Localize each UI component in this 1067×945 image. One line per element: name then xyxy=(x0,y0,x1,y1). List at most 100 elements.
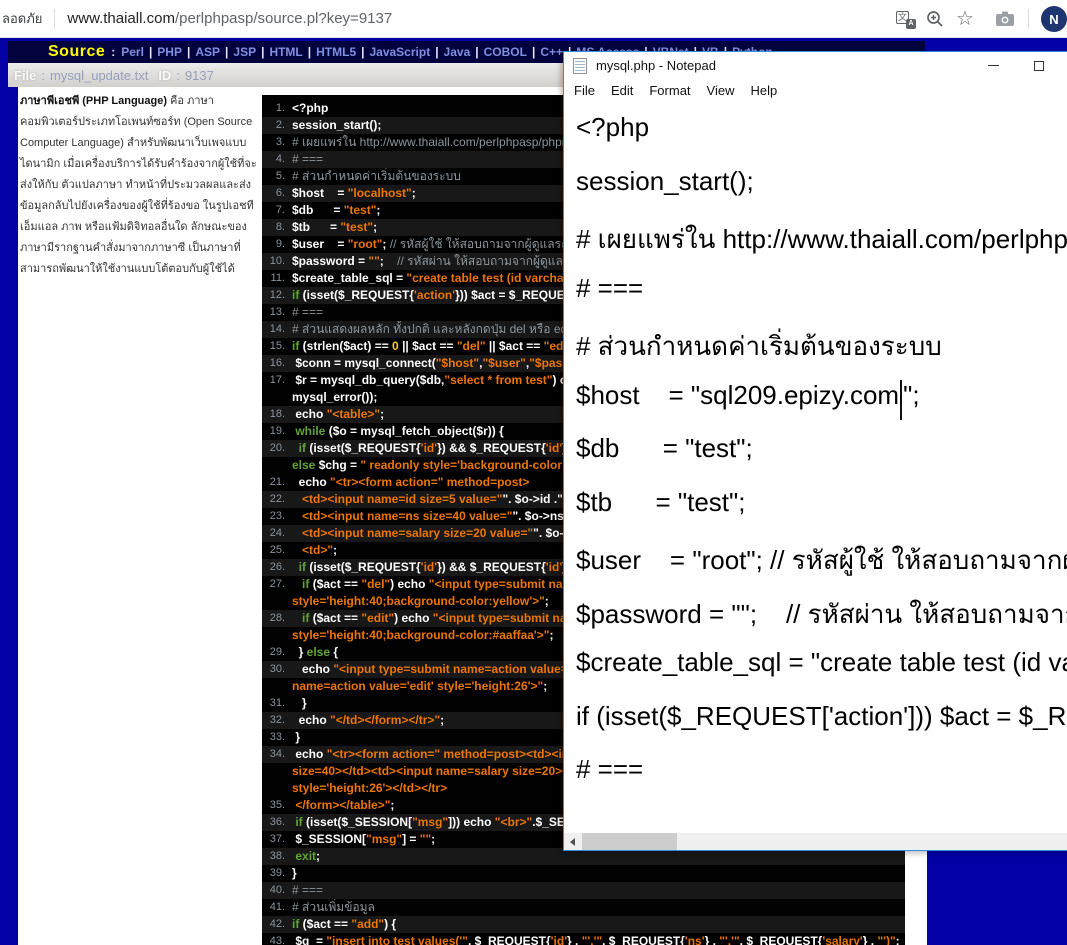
source-language-link[interactable]: Perl xyxy=(121,45,144,59)
code-line-number: 37. xyxy=(262,831,292,848)
source-language-link[interactable]: PHP xyxy=(157,45,182,59)
notepad-menu-item[interactable]: File xyxy=(566,83,603,98)
code-line-number: 38. xyxy=(262,848,292,865)
bookmark-star-icon[interactable]: ☆ xyxy=(950,4,980,34)
sidebar-intro-bold: ภาษาพีเอชพี (PHP Language) xyxy=(20,95,167,107)
notepad-title-bar[interactable]: mysql.php - Notepad xyxy=(564,52,1067,79)
source-language-link[interactable]: JSP xyxy=(233,45,256,59)
notepad-menu-bar: FileEditFormatViewHelp xyxy=(564,79,1067,102)
code-line: 42.if ($act == "add") { xyxy=(262,916,905,933)
code-line-number: 9. xyxy=(262,236,292,253)
code-line-number xyxy=(262,389,292,406)
code-line-number: 2. xyxy=(262,117,292,134)
code-line-number: 14. xyxy=(262,321,292,338)
code-line-number: 29. xyxy=(262,644,292,661)
notepad-text-line: $tb = "test"; xyxy=(576,487,1067,541)
code-line-number: 4. xyxy=(262,151,292,168)
file-name: mysql_update.txt xyxy=(50,68,148,83)
code-line-number: 19. xyxy=(262,423,292,440)
notepad-icon xyxy=(573,58,587,74)
language-separator: | xyxy=(475,45,478,59)
notepad-menu-item[interactable]: Edit xyxy=(603,83,641,98)
code-line-number: 30. xyxy=(262,661,292,678)
zoom-icon[interactable] xyxy=(920,4,950,34)
url-text[interactable]: www.thaiall.com/perlphpasp/source.pl?key… xyxy=(67,10,392,27)
source-language-link[interactable]: HTML5 xyxy=(316,45,356,59)
language-separator: | xyxy=(532,45,535,59)
translate-icon[interactable]: 文 A xyxy=(890,4,920,34)
notepad-window-title: mysql.php - Notepad xyxy=(596,58,716,73)
camera-icon[interactable] xyxy=(990,4,1020,34)
language-separator: | xyxy=(308,45,311,59)
code-line-number: 18. xyxy=(262,406,292,423)
address-separator xyxy=(54,9,55,29)
maximize-button[interactable] xyxy=(1016,52,1062,79)
scrollbar-left-arrow[interactable] xyxy=(564,833,581,850)
notepad-text-line: # เผยแพร่ใน http://www.thaiall.com/perlp… xyxy=(576,219,1067,273)
code-line-number: 17. xyxy=(262,372,292,389)
browser-address-bar[interactable]: ลอดภัย www.thaiall.com/perlphpasp/source… xyxy=(0,0,1067,38)
source-language-link[interactable]: ASP xyxy=(195,45,220,59)
notepad-text-area[interactable]: <?phpsession_start();# เผยแพร่ใน http://… xyxy=(564,102,1067,833)
scrollbar-thumb[interactable] xyxy=(582,833,677,850)
language-separator: | xyxy=(361,45,364,59)
code-line-number: 21. xyxy=(262,474,292,491)
id-value: 9137 xyxy=(185,68,214,83)
code-line-number: 26. xyxy=(262,559,292,576)
code-line-number: 43. xyxy=(262,933,292,945)
code-line-number: 40. xyxy=(262,882,292,899)
maximize-icon xyxy=(1034,61,1044,71)
notepad-text-line: # === xyxy=(576,754,1067,808)
language-separator: | xyxy=(225,45,228,59)
source-language-link[interactable]: Java xyxy=(444,45,471,59)
source-language-link[interactable]: COBOL xyxy=(484,45,527,59)
code-line-number: 12. xyxy=(262,287,292,304)
code-line-number: 36. xyxy=(262,814,292,831)
code-line-number: 35. xyxy=(262,797,292,814)
sidebar-description: ภาษาพีเอชพี (PHP Language) คือ ภาษาคอมพิ… xyxy=(20,91,258,280)
notepad-menu-item[interactable]: View xyxy=(699,83,743,98)
sidebar-intro-text: คือ ภาษาคอมพิวเตอร์ประเภทโอเพนท์ซอร์ท (O… xyxy=(20,95,257,275)
screen: ลอดภัย www.thaiall.com/perlphpasp/source… xyxy=(0,0,1067,945)
notepad-text-line: <?php xyxy=(576,112,1067,166)
code-line-number: 15. xyxy=(262,338,292,355)
code-line-number: 8. xyxy=(262,219,292,236)
code-line-number: 16. xyxy=(262,355,292,372)
source-language-link[interactable]: C++ xyxy=(540,45,563,59)
notepad-text-line: $password = ""; // รหัสผ่าน ให้สอบถามจาก… xyxy=(576,594,1067,648)
code-line: 39.} xyxy=(262,865,905,882)
code-line-number: 1. xyxy=(262,100,292,117)
notepad-window[interactable]: mysql.php - Notepad FileEditFormatViewHe… xyxy=(563,51,1067,851)
code-line-number: 33. xyxy=(262,729,292,746)
code-line-number: 39. xyxy=(262,865,292,882)
notepad-menu-item[interactable]: Help xyxy=(742,83,785,98)
notepad-menu-item[interactable]: Format xyxy=(641,83,698,98)
profile-avatar[interactable]: N xyxy=(1041,6,1067,32)
source-language-link[interactable]: HTML xyxy=(269,45,302,59)
text-caret xyxy=(900,380,902,420)
notepad-text-line: $user = "root"; // รหัสผู้ใช้ ให้สอบถามจ… xyxy=(576,540,1067,594)
file-label: File xyxy=(14,68,36,83)
notepad-horizontal-scrollbar[interactable] xyxy=(564,833,1067,850)
security-label: ลอดภัย xyxy=(2,8,42,29)
code-line-number: 3. xyxy=(262,134,292,151)
code-line-number: 20. xyxy=(262,440,292,457)
notepad-text-line: session_start(); xyxy=(576,166,1067,220)
code-line-number xyxy=(262,457,292,474)
minimize-button[interactable] xyxy=(970,52,1016,79)
notepad-text-line: # ส่วนกำหนดค่าเริ่มต้นของระบบ xyxy=(576,326,1067,380)
code-line-number: 7. xyxy=(262,202,292,219)
code-line: 40.# === xyxy=(262,882,905,899)
code-line-number xyxy=(262,627,292,644)
code-line-number: 13. xyxy=(262,304,292,321)
code-line-number: 23. xyxy=(262,508,292,525)
notepad-text-line: $db = "test"; xyxy=(576,433,1067,487)
notepad-text-line: # === xyxy=(576,273,1067,327)
code-line-number: 25. xyxy=(262,542,292,559)
source-language-link[interactable]: JavaScript xyxy=(369,45,430,59)
notepad-text-line: $host = "sql209.epizy.com"; xyxy=(576,380,1067,434)
language-separator: | xyxy=(261,45,264,59)
language-separator: | xyxy=(187,45,190,59)
code-line: 41.# ส่วนเพิ่มข้อมูล xyxy=(262,899,905,916)
code-line-number: 41. xyxy=(262,899,292,916)
